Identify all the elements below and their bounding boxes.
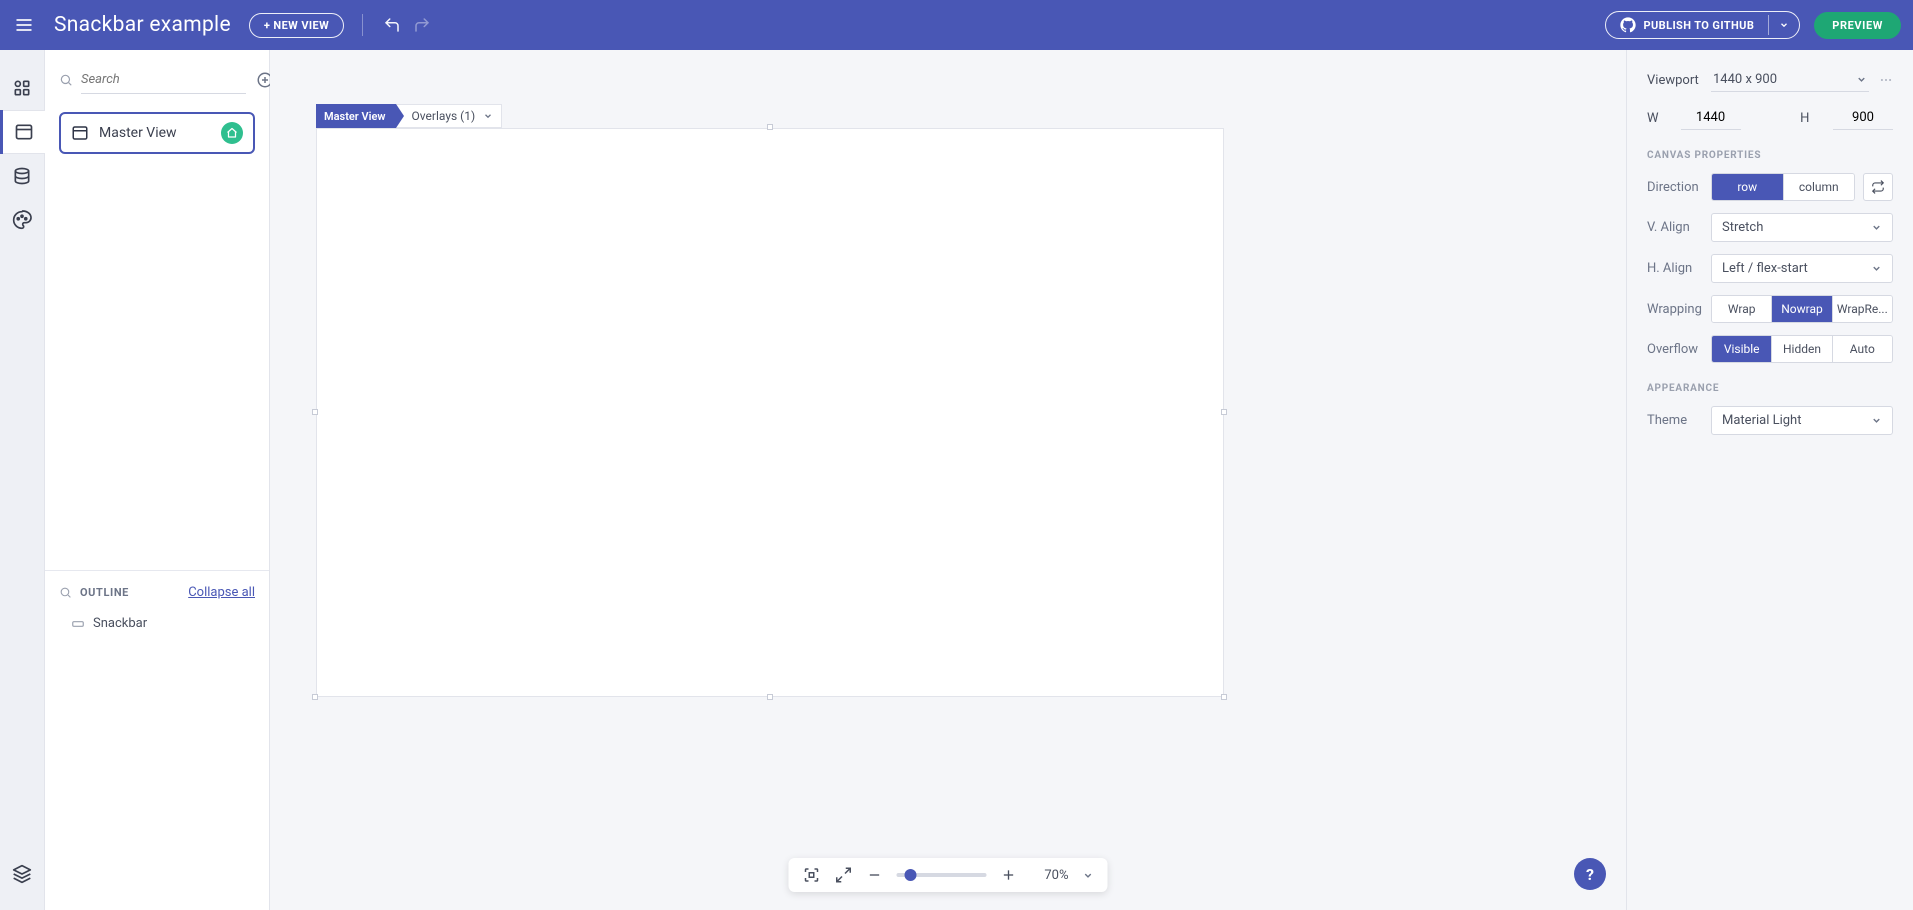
direction-label: Direction [1647,180,1711,195]
preview-button[interactable]: PREVIEW [1814,12,1901,39]
zoom-slider[interactable] [897,873,987,877]
rail-theme-icon[interactable] [0,198,45,242]
canvas-properties-header: CANVAS PROPERTIES [1647,150,1893,161]
view-icon [71,124,89,142]
home-badge-icon [221,122,243,144]
publish-github-label: PUBLISH TO GITHUB [1644,19,1755,32]
resize-handle[interactable] [312,409,318,415]
left-rail [0,50,45,910]
halign-label: H. Align [1647,261,1711,276]
left-panel: Master View OUTLINE Collapse all Snackba… [45,50,270,910]
direction-row[interactable]: row [1712,174,1784,200]
help-button[interactable]: ? [1574,858,1606,890]
redo-icon [411,14,433,36]
wrapping-label: Wrapping [1647,302,1711,317]
zoom-expand-icon[interactable] [835,866,853,884]
zoom-fit-icon[interactable] [803,866,821,884]
rail-components-icon[interactable] [0,66,45,110]
search-input[interactable] [81,66,246,94]
outline-search-icon[interactable] [59,586,72,599]
swap-direction-icon[interactable] [1863,173,1893,201]
breadcrumb: Master View Overlays (1) [316,104,502,128]
overflow-label: Overflow [1647,342,1711,357]
nowrap-option[interactable]: Nowrap [1772,296,1832,322]
resize-handle[interactable] [312,694,318,700]
viewport-label: Viewport [1647,73,1711,88]
collapse-all-link[interactable]: Collapse all [188,585,255,600]
undo-icon[interactable] [381,14,403,36]
valign-value: Stretch [1722,220,1763,235]
overflow-auto[interactable]: Auto [1833,336,1892,362]
breadcrumb-overlays[interactable]: Overlays (1) [396,104,503,128]
outline-header: OUTLINE Collapse all [45,570,269,610]
direction-toggle: row column [1711,173,1855,201]
halign-select[interactable]: Left / flex-start [1711,254,1893,283]
rail-views-icon[interactable] [0,110,45,154]
publish-github-dropdown[interactable] [1768,15,1799,35]
top-bar: Snackbar example + NEW VIEW PUBLISH TO G… [0,0,1913,50]
zoom-dropdown-icon[interactable] [1083,870,1094,881]
height-label: H [1800,111,1811,126]
wrapping-toggle: Wrap Nowrap WrapRe... [1711,295,1893,323]
viewport-select[interactable]: 1440 x 900 [1711,68,1869,92]
toolbar-divider [362,14,363,36]
search-icon [59,73,73,87]
theme-value: Material Light [1722,413,1801,428]
outline-item-label: Snackbar [93,616,147,631]
project-title: Snackbar example [54,13,231,37]
publish-github-button[interactable]: PUBLISH TO GITHUB [1605,11,1801,39]
resize-handle[interactable] [767,124,773,130]
viewport-value: 1440 x 900 [1713,72,1777,87]
direction-column[interactable]: column [1784,174,1855,200]
appearance-header: APPEARANCE [1647,383,1893,394]
overflow-toggle: Visible Hidden Auto [1711,335,1893,363]
resize-handle[interactable] [1221,694,1227,700]
overflow-visible[interactable]: Visible [1712,336,1772,362]
breadcrumb-overlays-label: Overlays (1) [412,109,476,123]
more-icon[interactable] [1879,73,1893,87]
breadcrumb-master[interactable]: Master View [316,104,396,128]
view-item-master[interactable]: Master View [59,112,255,154]
artboard[interactable] [316,128,1224,697]
wrap-reverse-option[interactable]: WrapRe... [1833,296,1892,322]
resize-handle[interactable] [767,694,773,700]
overflow-hidden[interactable]: Hidden [1772,336,1832,362]
height-input[interactable] [1833,106,1893,130]
canvas-area[interactable]: Master View Overlays (1) [270,50,1626,910]
rail-layers-icon[interactable] [0,852,45,896]
zoom-out-button[interactable] [867,867,883,883]
outline-item-snackbar[interactable]: Snackbar [45,610,269,637]
zoom-bar: 70% [789,858,1108,892]
menu-icon[interactable] [12,13,36,37]
new-view-button[interactable]: + NEW VIEW [249,13,344,38]
outline-label: OUTLINE [80,586,129,599]
component-icon [71,617,85,631]
width-label: W [1647,111,1659,126]
right-panel: Viewport 1440 x 900 W H CANVAS PROPERTIE… [1626,50,1913,910]
resize-handle[interactable] [1221,409,1227,415]
valign-label: V. Align [1647,220,1711,235]
rail-data-icon[interactable] [0,154,45,198]
wrap-option[interactable]: Wrap [1712,296,1772,322]
zoom-percent: 70% [1031,868,1069,883]
theme-label: Theme [1647,413,1711,428]
halign-value: Left / flex-start [1722,261,1808,276]
view-item-label: Master View [99,125,221,141]
valign-select[interactable]: Stretch [1711,213,1893,242]
zoom-in-button[interactable] [1001,867,1017,883]
width-input[interactable] [1681,106,1741,130]
theme-select[interactable]: Material Light [1711,406,1893,435]
zoom-slider-thumb[interactable] [905,869,917,881]
chevron-down-icon [483,111,493,121]
